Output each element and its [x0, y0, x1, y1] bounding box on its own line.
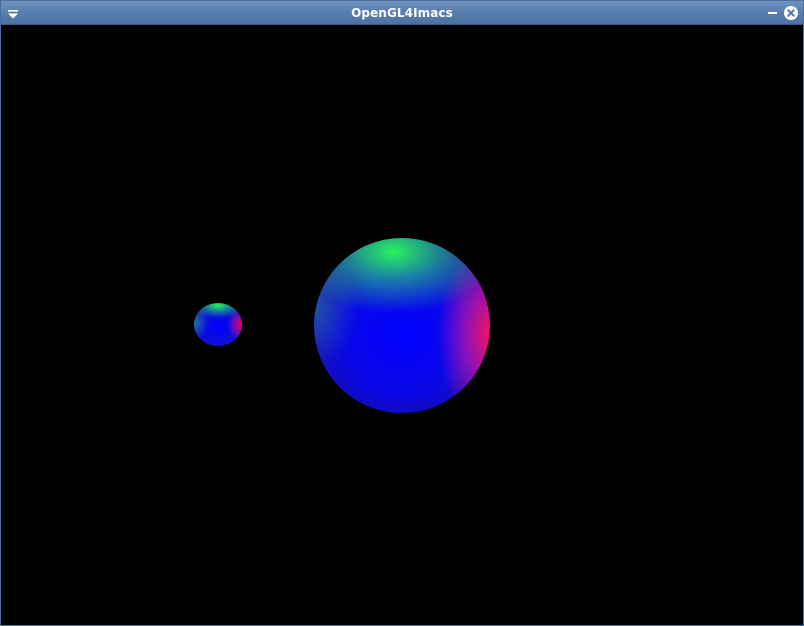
minimize-icon[interactable] [765, 5, 780, 20]
large-sphere [314, 238, 490, 413]
close-icon[interactable] [783, 5, 799, 21]
app-window: OpenGL4Imacs [0, 0, 804, 626]
title-bar[interactable]: OpenGL4Imacs [1, 1, 803, 25]
opengl-viewport[interactable] [1, 25, 803, 625]
window-title: OpenGL4Imacs [351, 6, 453, 20]
small-sphere [194, 303, 242, 346]
